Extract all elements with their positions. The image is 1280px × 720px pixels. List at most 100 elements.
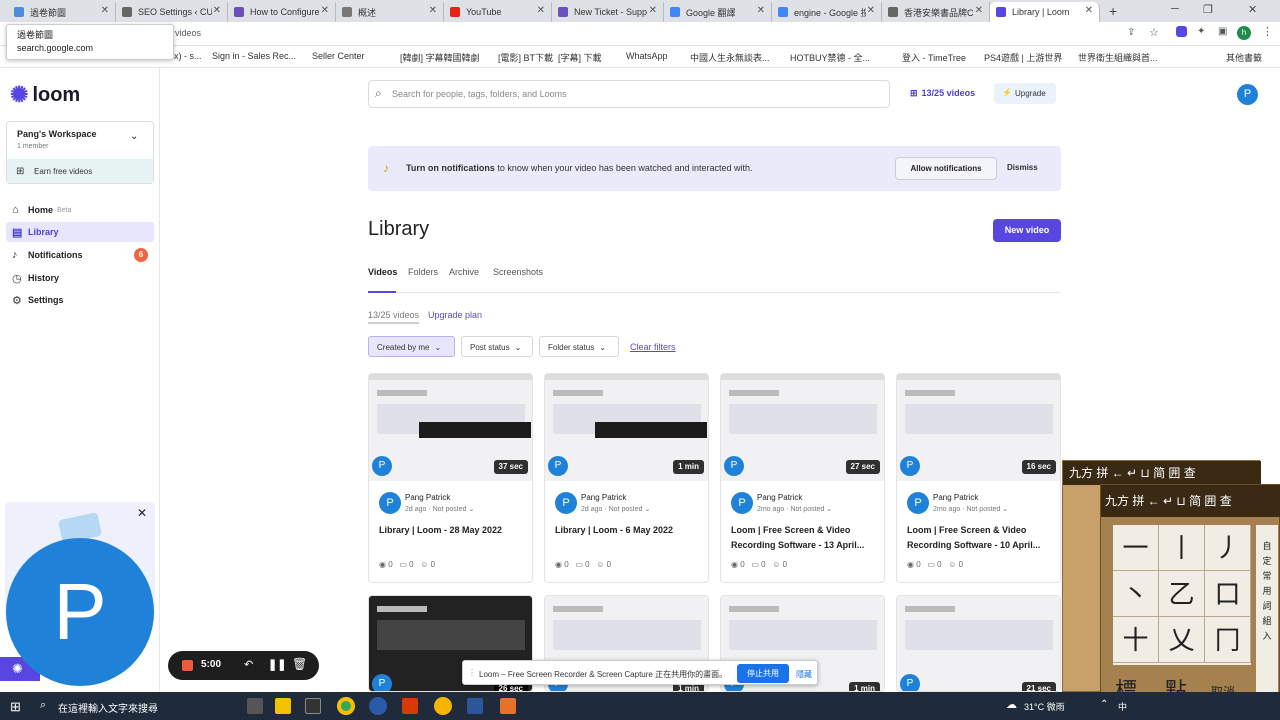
bookmark-item[interactable]: Seller Center — [312, 51, 365, 61]
trash-icon[interactable]: 🗑 — [292, 657, 307, 671]
hide-button[interactable]: 隱藏 — [796, 669, 812, 680]
tab-folders[interactable]: Folders — [408, 267, 438, 277]
dismiss-button[interactable]: Dismiss — [1007, 163, 1038, 172]
ime-side-item[interactable]: 用 — [1256, 584, 1278, 599]
close-tab-icon[interactable]: ✕ — [757, 5, 765, 16]
ime-key[interactable]: 丶 — [1113, 571, 1159, 617]
ime-side-item[interactable]: 組 — [1256, 614, 1278, 629]
ime-key[interactable]: 冂 — [1205, 617, 1251, 663]
ime-toolbar[interactable]: 九方 拼 ← ↵ ⊔ 简 囲 查 — [1101, 485, 1280, 517]
close-tab-icon[interactable]: ✕ — [649, 5, 657, 16]
video-thumbnail[interactable]: P 1 min — [545, 374, 708, 481]
ime-side-item[interactable]: 自 — [1256, 539, 1278, 554]
browser-tab[interactable]: SEO Settings ‹ CU ✕ — [116, 2, 228, 22]
chevron-down-icon[interactable]: ⌄ — [826, 506, 832, 513]
share-icon[interactable]: ⇪ — [1127, 27, 1135, 38]
video-card[interactable]: P 16 sec P Pang Patrick 2mo ago · Not posted… — [896, 373, 1061, 583]
close-tab-icon[interactable]: ✕ — [101, 5, 109, 16]
stop-sharing-button[interactable]: 停止共用 — [737, 664, 789, 683]
taskbar-app-icon[interactable] — [434, 697, 452, 715]
video-card[interactable]: P 37 sec P Pang Patrick 2d ago · Not posted … — [368, 373, 533, 583]
browser-tab[interactable]: YouTube ✕ — [444, 2, 552, 22]
sidebar-item-history[interactable]: ◷ History — [6, 268, 154, 288]
address-bar[interactable]: videos ⇪ ☆ ✦ ▣ h ⋮ — [0, 22, 1280, 46]
close-tab-icon[interactable]: ✕ — [213, 5, 221, 16]
minimize-window-icon[interactable]: ─ — [1171, 3, 1179, 15]
bookmark-item[interactable]: [字幕] 下載 — [558, 51, 602, 64]
search-input[interactable]: ⌕ Search for people, tags, folders, and … — [368, 80, 890, 108]
video-card[interactable]: P 1 min P Pang Patrick 2d ago · Not posted ⌄… — [544, 373, 709, 583]
close-icon[interactable]: ✕ — [137, 506, 147, 520]
taskbar-app-icon[interactable] — [247, 698, 263, 714]
video-thumbnail[interactable]: P 16 sec — [897, 374, 1060, 481]
bookmark-item[interactable]: [韓劇] 字幕韓國韓劇 — [400, 51, 480, 64]
earn-free-videos-button[interactable]: ⊞ Earn free videos — [7, 159, 153, 183]
extension-icon[interactable] — [1176, 26, 1187, 37]
bookmark-item[interactable]: HOTBUY禁德 - 全... — [790, 51, 870, 64]
ime-key[interactable]: 口 — [1205, 571, 1251, 617]
sidepanel-icon[interactable]: ▣ — [1218, 26, 1227, 37]
close-tab-icon[interactable]: ✕ — [1085, 5, 1093, 16]
bookmark-item[interactable]: 其他書籤 — [1226, 51, 1262, 64]
bookmark-item[interactable]: 登入 - TimeTree — [902, 51, 966, 64]
tab-screenshots[interactable]: Screenshots — [493, 267, 543, 277]
video-title[interactable]: Library | Loom - 6 May 2022 — [555, 523, 705, 538]
ime-side-item[interactable]: 常 — [1256, 569, 1278, 584]
tab-videos[interactable]: Videos — [368, 267, 397, 277]
video-title[interactable]: Loom | Free Screen & Video Recording Sof… — [731, 523, 881, 553]
video-thumbnail[interactable]: P 37 sec — [369, 374, 532, 481]
input-language[interactable]: 中 — [1118, 700, 1127, 713]
close-tab-icon[interactable]: ✕ — [537, 5, 545, 16]
taskbar-app-icon[interactable] — [275, 698, 291, 714]
drag-handle-icon[interactable]: ⋮ — [468, 668, 476, 677]
ime-key[interactable]: 十 — [1113, 617, 1159, 663]
taskbar-app-icon[interactable] — [500, 698, 516, 714]
ime-key[interactable]: 丨 — [1159, 525, 1205, 571]
browser-tab[interactable]: 香港安樂書品牌CU ✕ — [882, 2, 990, 22]
video-title[interactable]: Loom | Free Screen & Video Recording Sof… — [907, 523, 1057, 553]
upgrade-button[interactable]: ⚡ Upgrade — [994, 83, 1056, 104]
bookmark-item[interactable]: 中國人生永無談表... — [690, 51, 770, 64]
browser-tab[interactable]: engine - Google 搜 ✕ — [772, 2, 882, 22]
taskbar-app-icon[interactable] — [402, 698, 418, 714]
stop-recording-button[interactable] — [182, 660, 193, 671]
allow-notifications-button[interactable]: Allow notifications — [895, 157, 997, 180]
taskbar-app-icon[interactable] — [369, 697, 387, 715]
close-tab-icon[interactable]: ✕ — [429, 5, 437, 16]
profile-icon[interactable]: h — [1237, 26, 1251, 40]
close-tab-icon[interactable]: ✕ — [867, 5, 875, 16]
filter-created-by[interactable]: Created by me ⌄ — [368, 336, 455, 357]
bookmark-item[interactable]: PS4遊戲 | 上游世界 — [984, 51, 1062, 64]
close-tab-icon[interactable]: ✕ — [975, 5, 983, 16]
taskbar-search[interactable]: 在這裡輸入文字來搜尋 — [58, 700, 158, 715]
ime-key[interactable]: 丿 — [1205, 525, 1251, 571]
filter-post-status[interactable]: Post status ⌄ — [461, 336, 533, 357]
new-tab-button[interactable]: + — [1109, 3, 1117, 19]
browser-tab[interactable]: Google 翻譯 ✕ — [664, 2, 772, 22]
browser-tab[interactable]: 過卷節圖 ✕ — [8, 2, 116, 22]
puzzle-icon[interactable]: ✦ — [1197, 26, 1205, 37]
ime-toolbar[interactable]: 九方 拼 ← ↵ ⊔ 简 囲 查 — [1063, 461, 1261, 485]
video-quota[interactable]: ⊞ 13/25 videos — [910, 88, 975, 99]
ime-key[interactable]: 乙 — [1159, 571, 1205, 617]
chevron-down-icon[interactable]: ⌄ — [1002, 506, 1008, 513]
menu-icon[interactable]: ⋮ — [1262, 25, 1273, 38]
filter-folder-status[interactable]: Folder status ⌄ — [539, 336, 619, 357]
sidebar-item-home[interactable]: ⌂ Home Beta — [6, 200, 154, 220]
video-title[interactable]: Library | Loom - 28 May 2022 — [379, 523, 529, 538]
ime-side-item[interactable]: 入 — [1256, 629, 1278, 644]
chevron-down-icon[interactable]: ⌄ — [644, 506, 650, 513]
video-card[interactable]: P 27 sec P Pang Patrick 2mo ago · Not posted… — [720, 373, 885, 583]
sidebar-item-settings[interactable]: ⚙ Settings — [6, 290, 154, 310]
ime-key[interactable]: 乂 — [1159, 617, 1205, 663]
video-thumbnail[interactable]: P 27 sec — [721, 374, 884, 481]
pause-icon[interactable]: ❚❚ — [268, 658, 286, 671]
video-thumbnail[interactable]: P 21 sec — [897, 596, 1060, 691]
new-video-button[interactable]: New video — [993, 219, 1061, 242]
bookmark-item[interactable]: x) - s... — [174, 51, 202, 61]
user-avatar[interactable]: P — [1237, 84, 1258, 105]
browser-tab[interactable]: New Ticket - Supp ✕ — [552, 2, 664, 22]
camera-bubble-avatar[interactable]: P — [6, 538, 154, 686]
chevron-down-icon[interactable]: ⌄ — [468, 506, 474, 513]
system-tray-icon[interactable]: ⌃ — [1100, 699, 1108, 710]
